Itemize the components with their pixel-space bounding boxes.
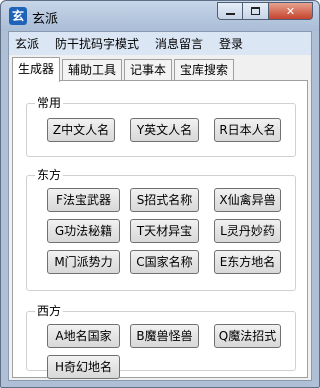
minimize-icon — [225, 13, 235, 15]
button-places-countries[interactable]: A地名国家 — [47, 324, 120, 348]
menu-item-messages[interactable]: 消息留言 — [147, 35, 211, 52]
tab-strip: 生成器 辅助工具 记事本 宝库搜索 — [12, 57, 236, 82]
button-magic-spells[interactable]: Q魔法招式 — [214, 324, 281, 348]
button-japanese-names[interactable]: R日本人名 — [214, 118, 281, 142]
generator-panel: 常用 Z中文人名 Y英文人名 R日本人名 东方 F法宝武器 S招式名称 X仙禽异… — [12, 80, 308, 379]
tab-tools[interactable]: 辅助工具 — [62, 59, 123, 81]
menu-item-xuanpai[interactable]: 玄派 — [9, 35, 47, 52]
button-mythic-beasts[interactable]: X仙禽异兽 — [214, 188, 281, 212]
close-button[interactable]: ✕ — [269, 2, 313, 20]
menu-item-login[interactable]: 登录 — [211, 35, 251, 52]
button-rare-treasures[interactable]: T天材异宝 — [130, 219, 199, 243]
button-fantasy-place-names[interactable]: H奇幻地名 — [47, 355, 120, 379]
window-title: 玄派 — [32, 12, 59, 27]
group-label-eastern: 东方 — [35, 168, 64, 182]
button-magic-weapons[interactable]: F法宝武器 — [47, 188, 120, 212]
group-label-western: 西方 — [35, 304, 64, 318]
group-eastern: 东方 F法宝武器 S招式名称 X仙禽异兽 G功法秘籍 T天材异宝 L灵丹妙药 M… — [26, 168, 296, 291]
group-label-common: 常用 — [35, 96, 64, 110]
group-western: 西方 A地名国家 B魔兽怪兽 Q魔法招式 H奇幻地名 — [26, 304, 296, 379]
menu-bar: 玄派 防干扰码字模式 消息留言 登录 — [9, 32, 311, 55]
tab-generator[interactable]: 生成器 — [12, 57, 61, 82]
close-icon: ✕ — [285, 4, 296, 18]
menu-item-anti-interference-mode[interactable]: 防干扰码字模式 — [47, 35, 147, 52]
title-bar[interactable]: 玄 玄派 ✕ — [1, 1, 319, 31]
minimize-button[interactable] — [217, 2, 243, 20]
button-english-names[interactable]: Y英文人名 — [130, 118, 199, 142]
app-logo-icon: 玄 — [9, 7, 27, 25]
button-sects-factions[interactable]: M门派势力 — [47, 250, 120, 274]
window-controls: ✕ — [217, 2, 313, 20]
button-chinese-names[interactable]: Z中文人名 — [47, 118, 115, 142]
button-elixirs[interactable]: L灵丹妙药 — [214, 219, 281, 243]
button-country-names[interactable]: C国家名称 — [130, 250, 199, 274]
app-window: 玄 玄派 ✕ 玄派 防干扰码字模式 消息留言 登录 生成器 辅助工具 记事本 宝… — [0, 0, 320, 388]
maximize-button[interactable] — [243, 2, 269, 20]
client-area: 玄派 防干扰码字模式 消息留言 登录 生成器 辅助工具 记事本 宝库搜索 常用 … — [8, 31, 312, 381]
tab-library-search[interactable]: 宝库搜索 — [174, 59, 235, 81]
tab-notepad[interactable]: 记事本 — [124, 59, 173, 81]
button-monsters[interactable]: B魔兽怪兽 — [130, 324, 199, 348]
group-common: 常用 Z中文人名 Y英文人名 R日本人名 — [26, 96, 296, 157]
maximize-icon — [251, 7, 260, 15]
button-cultivation-manuals[interactable]: G功法秘籍 — [47, 219, 120, 243]
button-skill-names[interactable]: S招式名称 — [130, 188, 199, 212]
button-eastern-place-names[interactable]: E东方地名 — [214, 250, 281, 274]
